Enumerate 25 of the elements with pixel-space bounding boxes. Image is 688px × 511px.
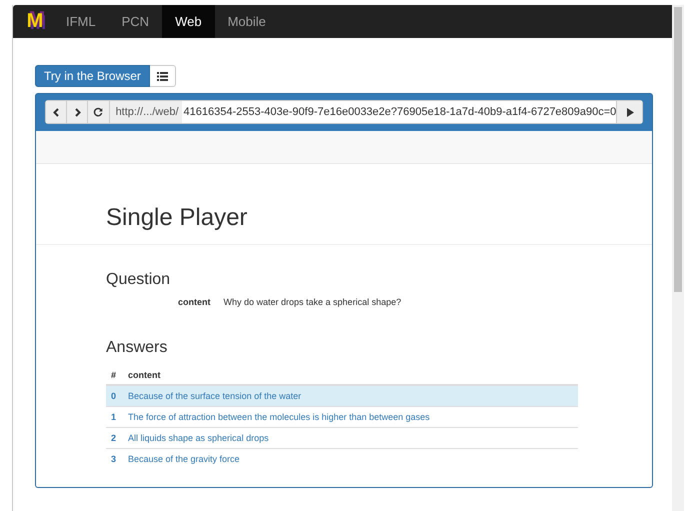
nav-tab[interactable]: IFML	[53, 5, 109, 38]
scrollbar[interactable]	[672, 5, 684, 511]
table-row[interactable]: 2 All liquids shape as spherical drops	[106, 428, 578, 448]
section-heading: Answers	[106, 339, 168, 357]
answer-index: 1	[106, 406, 123, 428]
answer-index: 2	[106, 428, 123, 448]
list-button[interactable]	[150, 65, 176, 87]
answer-link[interactable]: The force of attraction between the molecules is higher than between gases	[128, 412, 430, 422]
answer-index: 0	[106, 385, 123, 406]
answer-link[interactable]: All liquids shape as spherical drops	[128, 433, 269, 443]
nav-tab[interactable]: PCN	[108, 5, 162, 38]
answer-link[interactable]: Because of the gravity force	[128, 454, 240, 464]
field-value: Why do water drops take a spherical shape?	[224, 297, 402, 307]
list-icon	[156, 72, 168, 80]
nav-tab[interactable]: Web	[162, 5, 215, 38]
section-heading: Question	[106, 271, 172, 289]
table-row[interactable]: 1 The force of attraction between the molecules is higher than between gases	[106, 406, 578, 428]
try-in-browser-button[interactable]: Try in the Browser	[35, 65, 150, 87]
answer-index: 3	[106, 448, 123, 469]
logo[interactable]: M	[17, 5, 53, 38]
answer-link[interactable]: Because of the surface tension of the water	[128, 391, 302, 401]
table-row[interactable]: 3 Because of the gravity force	[106, 448, 578, 469]
field-label: content	[178, 297, 210, 307]
page-title: Single Player	[106, 203, 248, 233]
nav-tab[interactable]: Mobile	[214, 5, 279, 38]
